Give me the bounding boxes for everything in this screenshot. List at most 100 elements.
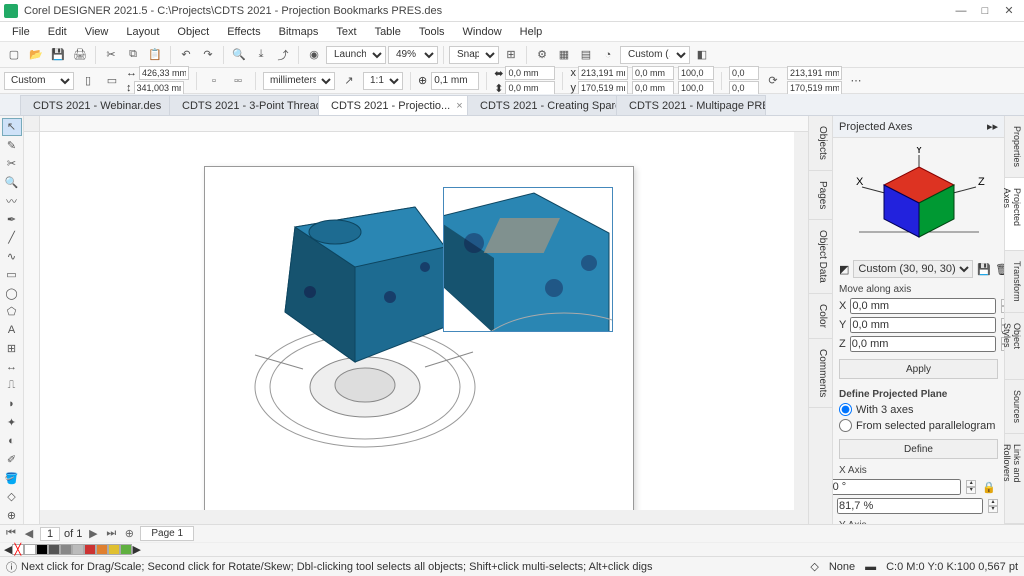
menu-help[interactable]: Help: [512, 24, 551, 40]
curve-tool-icon[interactable]: ∿: [2, 248, 22, 265]
open-icon[interactable]: 📂: [26, 45, 46, 65]
redo-icon[interactable]: ↷: [198, 45, 218, 65]
move-x[interactable]: [850, 298, 996, 314]
menu-table[interactable]: Table: [367, 24, 409, 40]
outline-tool-icon[interactable]: ◇: [2, 488, 22, 505]
g2x[interactable]: [787, 66, 842, 80]
tab-webinar[interactable]: CDTS 2021 - Webinar.des: [20, 95, 170, 115]
tab-transform[interactable]: Transform: [1005, 251, 1024, 313]
origin-x[interactable]: [632, 66, 674, 80]
freehand-tool-icon[interactable]: 〰: [2, 192, 22, 209]
polygon-tool-icon[interactable]: ⬠: [2, 303, 22, 320]
fill-tool-icon[interactable]: 🪣: [2, 469, 22, 486]
tab-comments[interactable]: Comments: [809, 339, 832, 408]
color-swatch[interactable]: [24, 544, 36, 555]
import-icon[interactable]: ⤓: [251, 45, 271, 65]
horizontal-ruler[interactable]: [40, 116, 808, 132]
close-icon[interactable]: ×: [456, 100, 462, 112]
swatch-none[interactable]: ╳: [12, 544, 24, 555]
launch-dropdown[interactable]: Launch: [326, 46, 386, 64]
x-scale[interactable]: [837, 498, 983, 514]
page-preset[interactable]: Custom: [4, 72, 74, 90]
save-preset-icon[interactable]: 💾: [977, 263, 991, 276]
tab-color[interactable]: Color: [809, 294, 832, 339]
extras-icon[interactable]: ⋯: [846, 71, 866, 91]
snap-toggle-icon[interactable]: ⊞: [501, 45, 521, 65]
color-swatch[interactable]: [72, 544, 84, 555]
horizontal-scrollbar[interactable]: [40, 510, 808, 524]
zero2[interactable]: [729, 81, 759, 95]
halo-icon[interactable]: ◔: [598, 45, 618, 65]
menu-object[interactable]: Object: [169, 24, 217, 40]
palette-right-icon[interactable]: ▶: [132, 543, 140, 556]
text-tool-icon[interactable]: A: [2, 322, 22, 339]
tab-object-styles[interactable]: Object Styles: [1005, 313, 1024, 380]
last-page-icon[interactable]: ⏭: [104, 527, 118, 540]
plane-preset[interactable]: Custom (30, 90, 30): [853, 260, 973, 278]
menu-edit[interactable]: Edit: [40, 24, 75, 40]
proj-icon[interactable]: ◧: [692, 45, 712, 65]
tab-projection[interactable]: CDTS 2021 - Projectio...×: [318, 95, 468, 115]
tab-pages[interactable]: Pages: [809, 171, 832, 220]
vertical-scrollbar[interactable]: [794, 132, 808, 510]
units-dropdown[interactable]: millimeters: [263, 72, 335, 90]
ellipse-tool-icon[interactable]: ◯: [2, 285, 22, 302]
add-page-icon[interactable]: ⊕: [122, 527, 136, 540]
color-swatch[interactable]: [48, 544, 60, 555]
color-swatch[interactable]: [84, 544, 96, 555]
tab-objects[interactable]: Objects: [809, 116, 832, 171]
tab-3point-thread[interactable]: CDTS 2021 - 3-Point Thread PRES.des*: [169, 95, 319, 115]
paste-icon[interactable]: 📋: [145, 45, 165, 65]
color-swatch[interactable]: [108, 544, 120, 555]
ratio-dropdown[interactable]: 1:1: [363, 72, 403, 90]
transparency-tool-icon[interactable]: ◐: [2, 432, 22, 449]
tab-sources[interactable]: Sources: [1005, 380, 1024, 434]
menu-tools[interactable]: Tools: [411, 24, 453, 40]
color-swatch[interactable]: [36, 544, 48, 555]
nudge-input[interactable]: [431, 72, 479, 90]
grid-x[interactable]: [578, 66, 628, 80]
x-angle[interactable]: [833, 479, 961, 495]
export-icon[interactable]: ⤴: [273, 45, 293, 65]
ruler-origin[interactable]: [24, 116, 40, 132]
zero1[interactable]: [729, 66, 759, 80]
menu-layout[interactable]: Layout: [118, 24, 167, 40]
effects-tool-icon[interactable]: ✦: [2, 414, 22, 431]
table-tool-icon[interactable]: ⊞: [2, 340, 22, 357]
minimize-button[interactable]: —: [950, 3, 972, 19]
tab-object-data[interactable]: Object Data: [809, 220, 832, 294]
shape-tool-icon[interactable]: ✎: [2, 137, 22, 154]
page-toggle-icon[interactable]: ▫: [204, 71, 224, 91]
page-tab[interactable]: Page 1: [140, 526, 194, 541]
rectangle-tool-icon[interactable]: ▭: [2, 266, 22, 283]
pct1[interactable]: [678, 66, 714, 80]
lock-icon[interactable]: 🔒: [982, 481, 996, 494]
first-page-icon[interactable]: ⏮: [4, 527, 18, 540]
tab-projected-axes[interactable]: Projected Axes: [1005, 178, 1024, 251]
tab-multipage[interactable]: CDTS 2021 - Multipage PRES.des: [616, 95, 766, 115]
tab-spare-parts[interactable]: CDTS 2021 - Creating Spare Parts Page PR…: [467, 95, 617, 115]
eyedropper-tool-icon[interactable]: ✐: [2, 451, 22, 468]
menu-effects[interactable]: Effects: [219, 24, 268, 40]
view2-icon[interactable]: ▤: [576, 45, 596, 65]
zoom-tool-icon[interactable]: 🔍: [2, 174, 22, 191]
fill-indicator-icon[interactable]: ◇: [810, 560, 818, 573]
drawing-canvas[interactable]: [24, 116, 808, 524]
connector-tool-icon[interactable]: ⎍: [2, 377, 22, 394]
radio-parallelogram[interactable]: [839, 419, 852, 432]
page-all-icon[interactable]: ▫▫: [228, 71, 248, 91]
dup-y[interactable]: [505, 81, 555, 95]
orientation-landscape-icon[interactable]: ▭: [102, 71, 122, 91]
axes-preview[interactable]: Y X Z: [839, 144, 998, 254]
cut-icon[interactable]: ✂: [101, 45, 121, 65]
define-button[interactable]: Define: [839, 439, 998, 459]
options-icon[interactable]: ⚙: [532, 45, 552, 65]
tab-links[interactable]: Links and Rollovers: [1005, 434, 1024, 524]
menu-file[interactable]: File: [4, 24, 38, 40]
search-icon[interactable]: 🔍: [229, 45, 249, 65]
view1-icon[interactable]: ▦: [554, 45, 574, 65]
move-z[interactable]: [850, 336, 996, 352]
save-icon[interactable]: 💾: [48, 45, 68, 65]
undo-icon[interactable]: ↶: [176, 45, 196, 65]
publish-icon[interactable]: ◉: [304, 45, 324, 65]
